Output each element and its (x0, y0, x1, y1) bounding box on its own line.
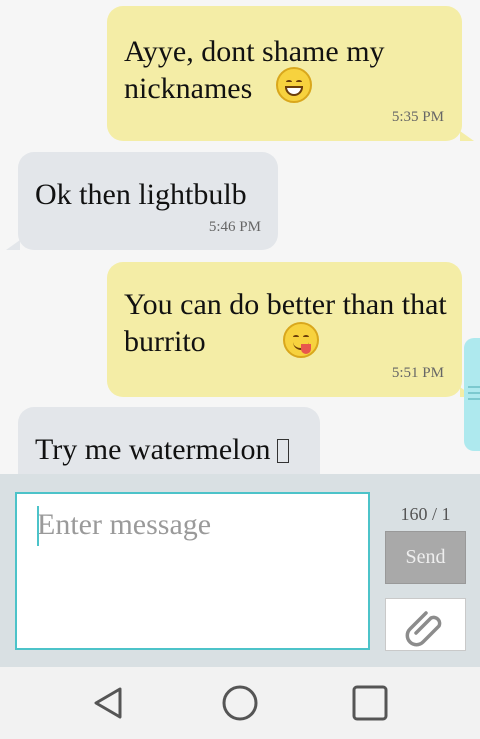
message-bubble-outgoing[interactable]: You can do better than that burrito 5:51… (107, 262, 462, 397)
message-time: 5:35 PM (391, 109, 444, 125)
send-button[interactable]: Send (385, 531, 466, 584)
home-circle-icon (222, 685, 258, 721)
message-bubble-incoming[interactable]: Try me watermelon (18, 407, 320, 474)
message-text: Ok then lightbulb (35, 178, 247, 211)
attach-button[interactable] (385, 598, 466, 651)
message-time: 5:46 PM (208, 219, 261, 235)
message-thread[interactable]: Ayye, dont shame my nicknames 5:35 PM Ok… (0, 0, 480, 474)
message-bubble-incoming[interactable]: Ok then lightbulb 5:46 PM (18, 152, 278, 250)
recents-square-icon (352, 685, 388, 721)
face-savoring-food-icon (283, 322, 319, 358)
home-button[interactable] (218, 683, 262, 723)
side-drawer-handle[interactable] (464, 338, 480, 451)
message-input[interactable] (15, 492, 370, 650)
back-triangle-icon (94, 687, 122, 719)
system-nav-bar (0, 667, 480, 739)
missing-glyph-box-icon (276, 439, 289, 463)
paperclip-icon (405, 610, 441, 646)
character-counter: 160 / 1 (400, 504, 451, 524)
message-composer: 160 / 1 Send (0, 474, 480, 667)
recents-button[interactable] (348, 683, 392, 723)
bubble-tail (6, 240, 20, 250)
grinning-squint-face-icon (276, 67, 312, 103)
message-time: 5:51 PM (391, 365, 444, 381)
bubble-tail (460, 131, 474, 141)
back-button[interactable] (86, 683, 130, 723)
message-text: Try me watermelon (18, 407, 320, 468)
text-caret (37, 506, 39, 546)
